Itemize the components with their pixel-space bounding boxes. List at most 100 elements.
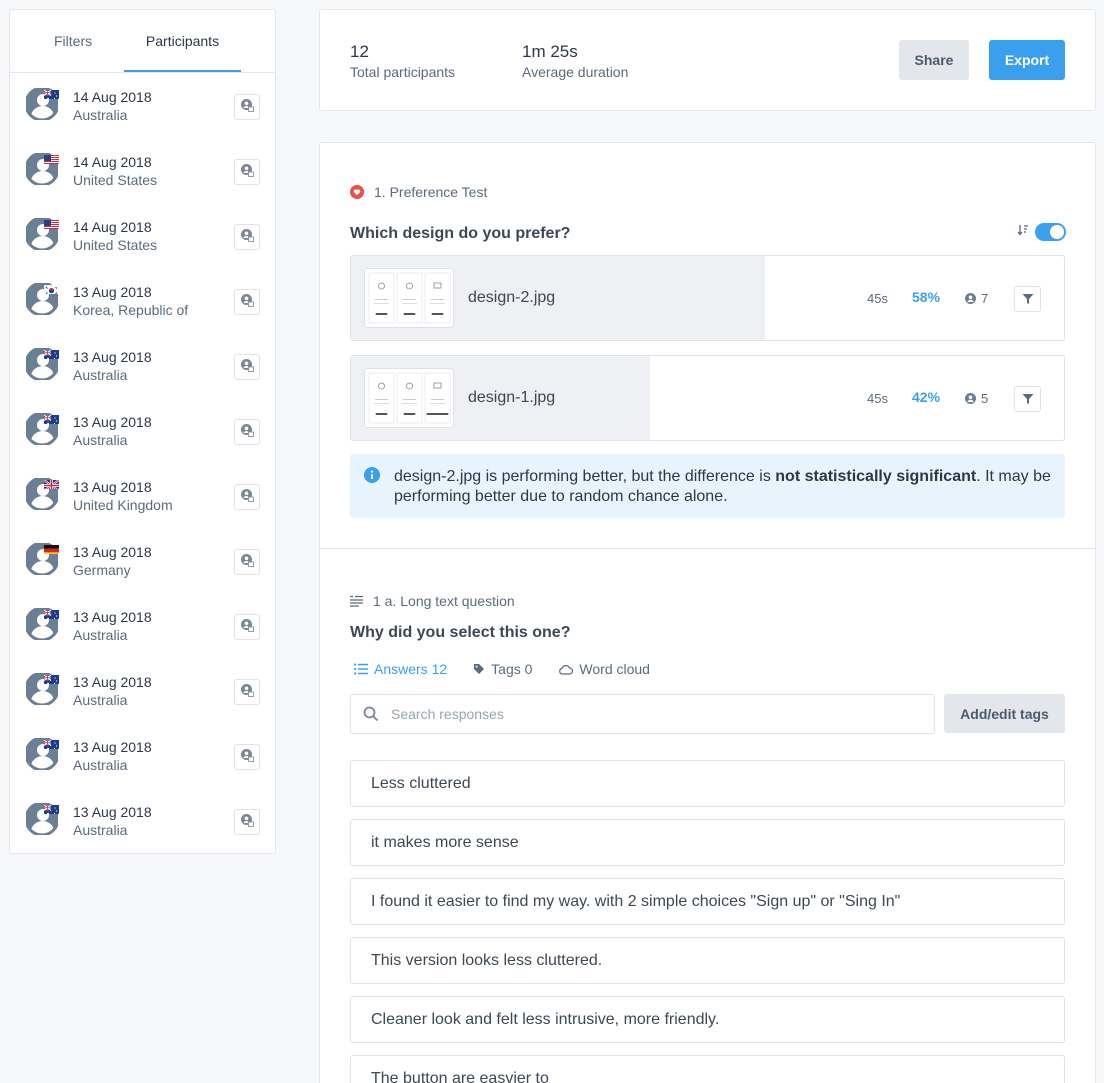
participant-row[interactable]: 13 Aug 2018 Korea, Republic of xyxy=(10,268,275,333)
answer-item[interactable]: Less cluttered xyxy=(350,760,1065,807)
recording-icon xyxy=(240,553,254,572)
participant-date: 13 Aug 2018 xyxy=(73,544,152,560)
flag-de-icon xyxy=(44,543,59,554)
share-button[interactable]: Share xyxy=(899,40,969,80)
answer-item[interactable]: it makes more sense xyxy=(350,819,1065,866)
flag-au-icon xyxy=(44,673,59,684)
view-recording-button[interactable] xyxy=(234,159,260,185)
design-thumbnail[interactable] xyxy=(364,368,454,428)
long-text-label: 1 a. Long text question xyxy=(350,593,515,609)
search-input[interactable] xyxy=(391,695,921,733)
participant-country: United States xyxy=(73,237,158,253)
notice-emphasis: not statistically significant xyxy=(775,468,977,485)
long-text-icon xyxy=(350,595,363,607)
design-count: 5 xyxy=(965,391,988,406)
flag-au-icon xyxy=(44,88,59,99)
view-recording-button[interactable] xyxy=(234,419,260,445)
participant-row[interactable]: 13 Aug 2018 Germany xyxy=(10,528,275,593)
view-recording-button[interactable] xyxy=(234,549,260,575)
recording-icon xyxy=(240,423,254,442)
average-duration-stat: 1m 25s Average duration xyxy=(522,42,628,80)
participant-country: United Kingdom xyxy=(73,497,173,513)
design-count-value: 7 xyxy=(981,291,989,306)
design-name: design-1.jpg xyxy=(468,389,556,406)
view-recording-button[interactable] xyxy=(234,614,260,640)
recording-icon xyxy=(240,163,254,182)
participant-country: Australia xyxy=(73,822,128,838)
answer-item[interactable]: Cleaner look and felt less intrusive, mo… xyxy=(350,996,1065,1043)
summary-card: 12 Total participants 1m 25s Average dur… xyxy=(319,9,1096,111)
section-divider xyxy=(320,548,1095,549)
participants-sidebar: Filters Participants 14 Aug 2018 Australi… xyxy=(9,9,276,854)
participant-row[interactable]: 13 Aug 2018 Australia xyxy=(10,788,275,853)
flag-us-icon xyxy=(44,218,59,229)
participant-row[interactable]: 14 Aug 2018 Australia xyxy=(10,73,275,138)
filter-button[interactable] xyxy=(1014,286,1041,312)
participant-row[interactable]: 13 Aug 2018 Australia xyxy=(10,658,275,723)
view-recording-button[interactable] xyxy=(234,744,260,770)
significance-notice: design-2.jpg is performing better, but t… xyxy=(350,454,1065,518)
filter-button[interactable] xyxy=(1014,386,1041,412)
sort-icon xyxy=(1017,223,1029,241)
total-participants-stat: 12 Total participants xyxy=(350,42,455,80)
long-text-title: 1 a. Long text question xyxy=(373,593,515,609)
participant-date: 13 Aug 2018 xyxy=(73,674,152,690)
recording-icon xyxy=(240,748,254,767)
participant-country: Australia xyxy=(73,367,128,383)
view-recording-button[interactable] xyxy=(234,809,260,835)
preference-test-title: 1. Preference Test xyxy=(374,184,488,200)
sort-toggle[interactable] xyxy=(1035,223,1066,241)
add-edit-tags-button[interactable]: Add/edit tags xyxy=(944,694,1065,733)
design-name: design-2.jpg xyxy=(468,289,556,306)
flag-au-icon xyxy=(44,738,59,749)
design-time: 45s xyxy=(867,391,888,406)
participant-country: Germany xyxy=(73,562,131,578)
tab-word-cloud[interactable]: Word cloud xyxy=(558,661,650,677)
participant-date: 13 Aug 2018 xyxy=(73,349,152,365)
view-recording-button[interactable] xyxy=(234,289,260,315)
answer-item[interactable]: This version looks less cluttered. xyxy=(350,937,1065,984)
notice-prefix: design-2.jpg is performing better, but t… xyxy=(394,468,776,485)
participant-row[interactable]: 13 Aug 2018 United Kingdom xyxy=(10,463,275,528)
participant-row[interactable]: 13 Aug 2018 Australia xyxy=(10,723,275,788)
answer-item[interactable]: I found it easier to find my way. with 2… xyxy=(350,878,1065,925)
tab-answers[interactable]: Answers 12 xyxy=(354,661,447,677)
participant-country: Australia xyxy=(73,107,128,123)
recording-icon xyxy=(240,358,254,377)
recording-icon xyxy=(240,228,254,247)
participant-date: 13 Aug 2018 xyxy=(73,609,152,625)
participant-date: 13 Aug 2018 xyxy=(73,804,152,820)
filter-icon xyxy=(1022,294,1033,304)
view-recording-button[interactable] xyxy=(234,484,260,510)
tag-icon xyxy=(474,664,485,674)
participant-row[interactable]: 13 Aug 2018 Australia xyxy=(10,398,275,463)
design-result-row: design-1.jpg 45s 42% 5 xyxy=(350,355,1065,441)
view-recording-button[interactable] xyxy=(234,354,260,380)
tab-participants[interactable]: Participants xyxy=(124,10,241,72)
view-recording-button[interactable] xyxy=(234,94,260,120)
flag-au-icon xyxy=(44,608,59,619)
participant-row[interactable]: 14 Aug 2018 United States xyxy=(10,138,275,203)
tab-tags[interactable]: Tags 0 xyxy=(473,661,532,677)
participant-row[interactable]: 13 Aug 2018 Australia xyxy=(10,593,275,658)
tab-filters[interactable]: Filters xyxy=(54,10,124,72)
tab-tags-label: Tags 0 xyxy=(491,661,533,677)
participant-row[interactable]: 13 Aug 2018 Australia xyxy=(10,333,275,398)
design-thumbnail[interactable] xyxy=(364,268,454,328)
participant-row[interactable]: 14 Aug 2018 United States xyxy=(10,203,275,268)
notice-text: design-2.jpg is performing better, but t… xyxy=(394,467,1053,507)
recording-icon xyxy=(240,98,254,117)
view-recording-button[interactable] xyxy=(234,224,260,250)
participant-date: 13 Aug 2018 xyxy=(73,479,152,495)
view-recording-button[interactable] xyxy=(234,679,260,705)
design-time: 45s xyxy=(867,291,888,306)
flag-au-icon xyxy=(44,803,59,814)
average-duration-label: Average duration xyxy=(522,64,629,80)
export-button[interactable]: Export xyxy=(989,40,1065,80)
flag-us-icon xyxy=(44,153,59,164)
design-result-row: design-2.jpg 45s 58% 7 xyxy=(350,255,1065,341)
flag-au-icon xyxy=(44,413,59,424)
answer-item[interactable]: The button are easvier to xyxy=(350,1055,1065,1083)
cloud-icon xyxy=(559,664,574,675)
tab-word-cloud-label: Word cloud xyxy=(579,661,650,677)
